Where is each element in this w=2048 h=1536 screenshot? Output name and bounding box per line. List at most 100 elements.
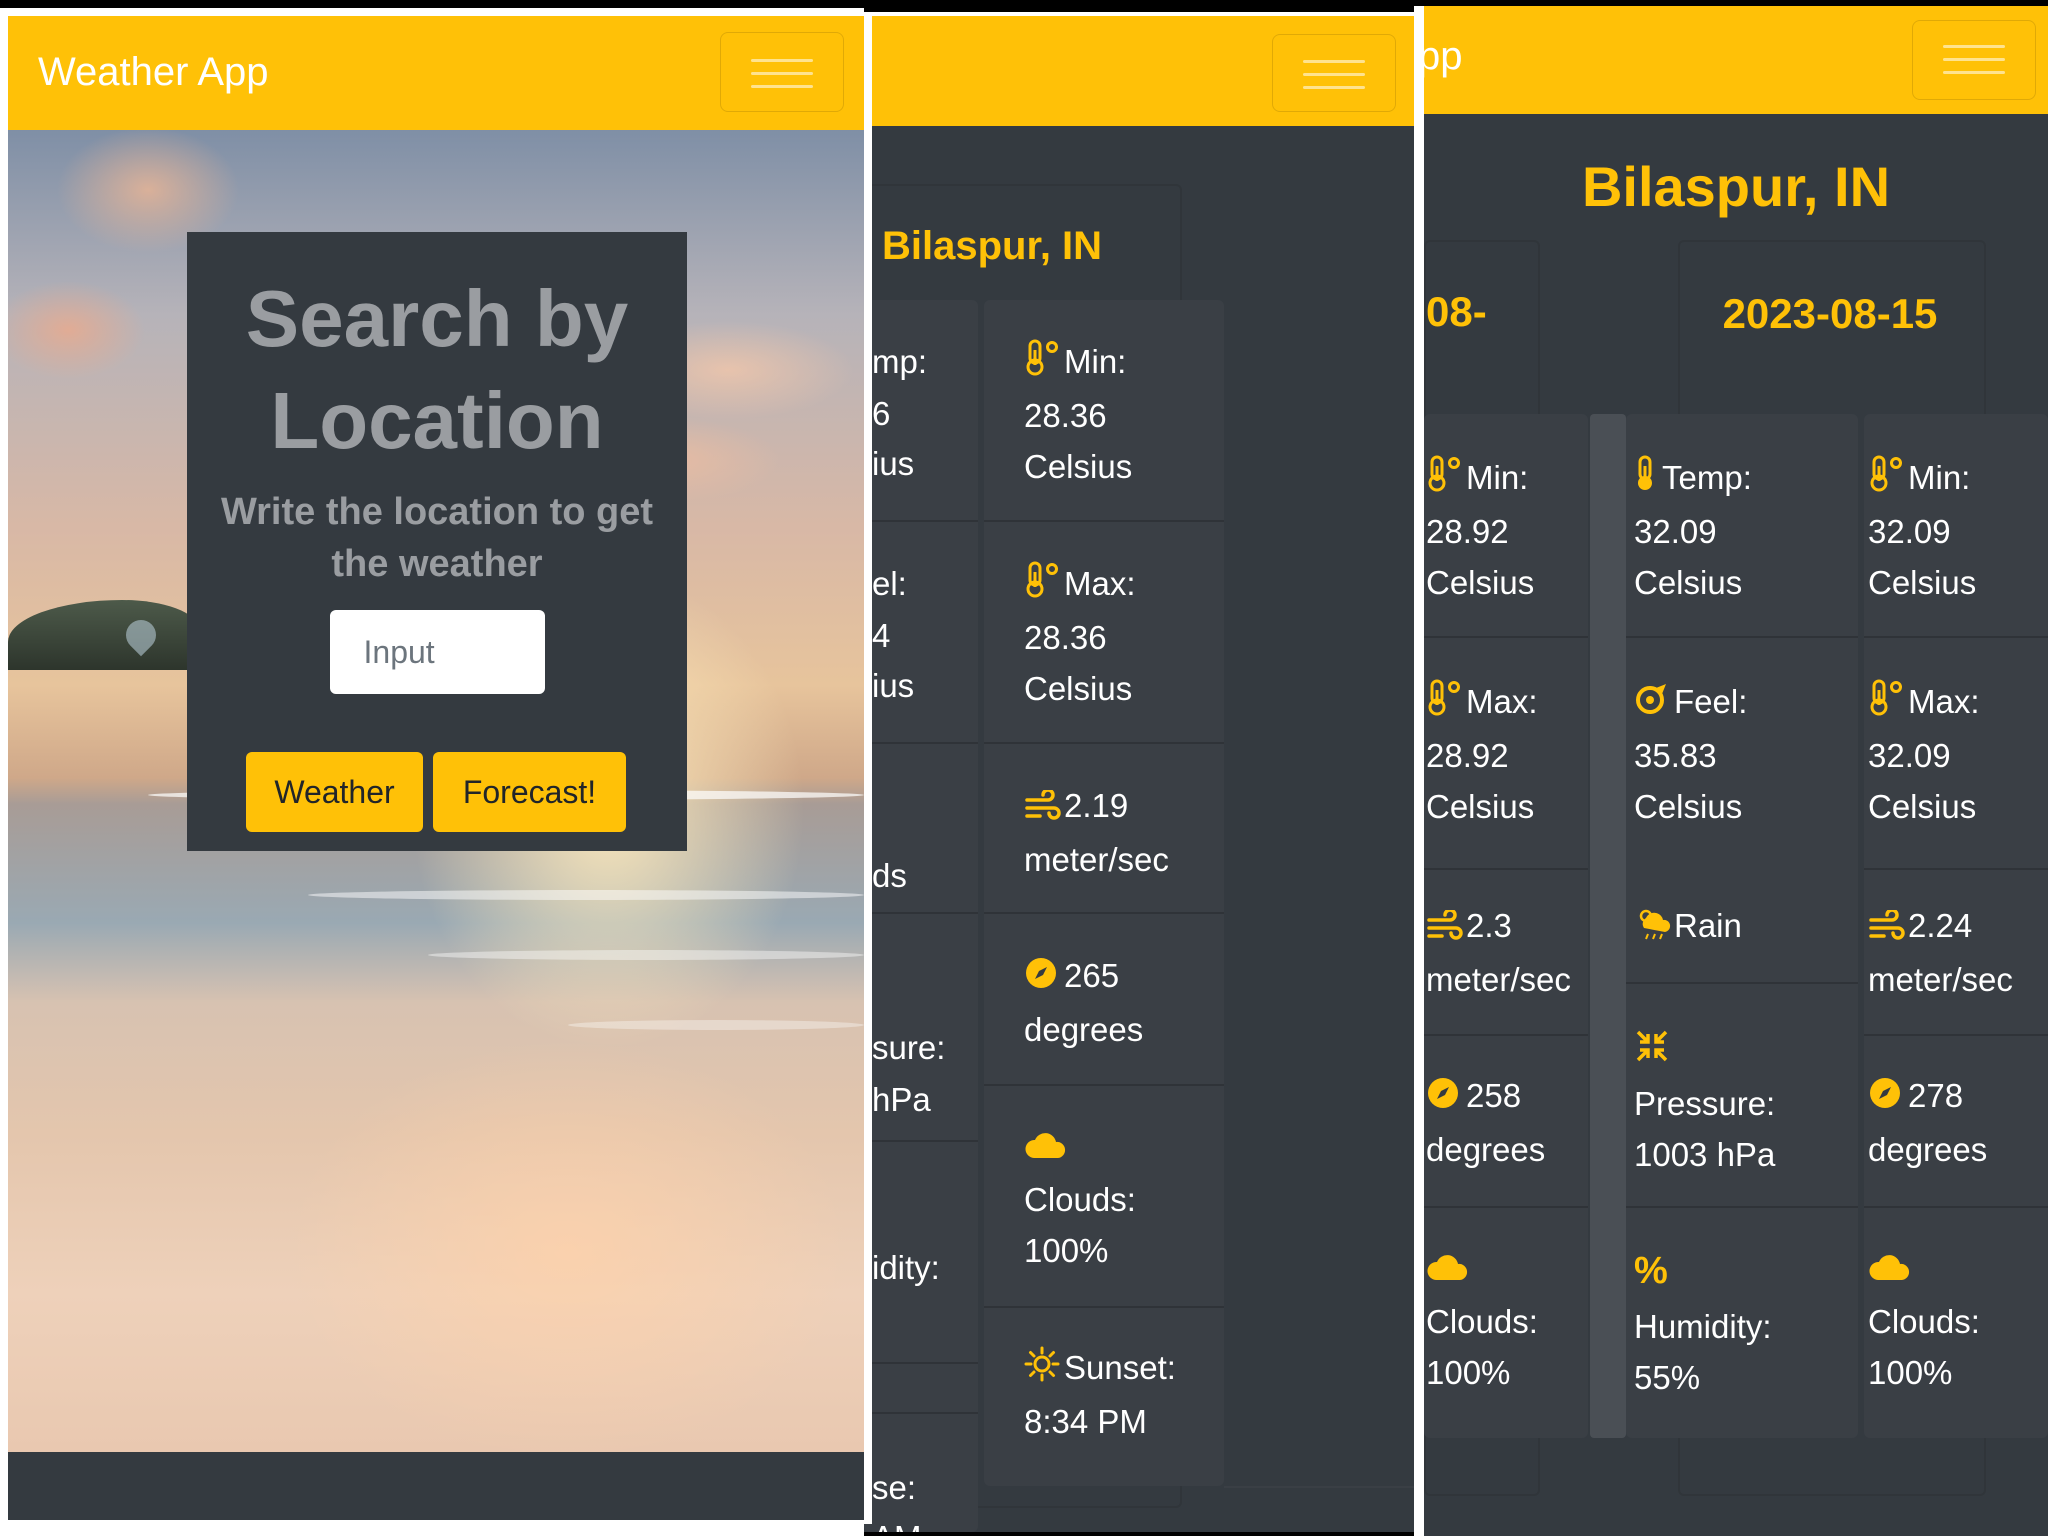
rain-cell: Rain <box>1634 900 1742 954</box>
clouds-cell: Clouds: 100% <box>1426 1242 1538 1398</box>
wind-direction-unit: degrees <box>1868 1130 1988 1168</box>
max-temp-cell: Max: 28.36 Celsius <box>1024 558 1136 715</box>
footer <box>8 1452 864 1520</box>
city-name: Bilaspur, IN <box>1581 155 1891 218</box>
city-name: Bilaspur, IN <box>882 224 1103 268</box>
search-subtitle: Write the location to get the weather <box>220 491 654 585</box>
feel-value-partial: 4 <box>872 617 891 654</box>
menu-toggle-button[interactable] <box>1272 34 1396 112</box>
temp-value: 32.09 <box>1634 513 1717 551</box>
wind-direction-cell: 265 degrees <box>1024 950 1143 1055</box>
temp-label: Temp: <box>1662 459 1752 496</box>
max-unit: Celsius <box>1024 670 1133 708</box>
compass-icon <box>1024 953 1064 1004</box>
humidity-label-partial: idity: <box>872 1249 940 1286</box>
search-screen: Weather App Search by Location Write the… <box>8 16 864 1520</box>
current-weather-screen: Bilaspur, IN mp: 6 ius el: 4 ius ds sure… <box>864 12 1420 1532</box>
min-value: 28.36 <box>1024 397 1107 435</box>
thermometer-icon <box>1868 678 1908 730</box>
max-unit: Celsius <box>1426 788 1535 826</box>
clouds-cell: Clouds: 100% <box>1024 1120 1136 1276</box>
min-temp-cell: Min: 32.09 Celsius <box>1868 452 1976 609</box>
max-label: Max: <box>1466 683 1538 720</box>
divider <box>0 8 8 1536</box>
wind-direction-value: 278 <box>1908 1077 1964 1114</box>
feel-unit: Celsius <box>1634 787 1743 825</box>
navbar: Weather App <box>8 16 864 130</box>
scrollbar[interactable] <box>1590 414 1626 1438</box>
feel-label-partial: el: <box>872 565 907 602</box>
min-unit: Celsius <box>1024 448 1133 486</box>
clouds-label: Clouds: <box>1426 1302 1538 1340</box>
wind-speed-unit: meter/sec <box>1868 960 2013 998</box>
divider <box>0 1520 864 1536</box>
wind-icon <box>1426 903 1466 954</box>
clouds-value: 100% <box>1426 1353 1511 1391</box>
wind-direction-unit: degrees <box>1024 1010 1144 1048</box>
forecast-button[interactable]: Forecast! <box>433 752 626 832</box>
wind-direction-value: 258 <box>1466 1077 1522 1114</box>
humidity-value: 55% <box>1634 1359 1701 1397</box>
temp-unit-partial: ius <box>872 445 915 482</box>
pressure-value-partial: hPa <box>872 1081 931 1118</box>
divider <box>1414 6 1424 1536</box>
brand-title[interactable]: Weather App <box>38 50 269 95</box>
temp-value-partial: 6 <box>872 395 891 432</box>
compass-icon <box>1426 1073 1466 1124</box>
thermometer-icon <box>1024 338 1064 390</box>
min-temp-cell: Min: 28.92 Celsius <box>1426 452 1534 609</box>
search-title: Search by Location <box>245 274 629 465</box>
clouds-label: Clouds: <box>1024 1180 1136 1218</box>
thermometer-icon <box>1024 560 1064 612</box>
compass-icon <box>1868 1073 1908 1124</box>
navbar: pp <box>1424 6 2048 114</box>
rain-label: Rain <box>1674 907 1742 944</box>
wind-speed-cell: 2.3 meter/sec <box>1426 900 1571 1005</box>
wind-direction-unit: degrees <box>1426 1130 1546 1168</box>
temp-cell: Temp: 32.09 Celsius <box>1634 452 1752 609</box>
navbar <box>864 16 1420 126</box>
sunrise-label-partial: se: <box>872 1469 917 1506</box>
wind-direction-cell: 258 degrees <box>1426 1070 1545 1175</box>
temp-unit: Celsius <box>1634 564 1743 602</box>
forecast-date: 2023-08-15 <box>1722 290 1938 337</box>
min-value: 28.92 <box>1426 513 1509 551</box>
sunrise-value-partial: AM <box>872 1512 922 1532</box>
thermometer-icon <box>1634 454 1662 506</box>
cloud-icon <box>1024 1123 1066 1174</box>
wind-direction-cell: 278 degrees <box>1868 1070 1987 1175</box>
clouds-value: 100% <box>1024 1231 1109 1269</box>
min-unit: Celsius <box>1426 564 1535 602</box>
sun-icon <box>1024 1345 1064 1396</box>
menu-toggle-button[interactable] <box>1912 20 2036 100</box>
brand-title-partial[interactable]: pp <box>1424 34 1463 79</box>
divider <box>0 8 864 16</box>
menu-toggle-button[interactable] <box>720 32 844 112</box>
max-value: 28.36 <box>1024 619 1107 657</box>
pressure-value: 1003 hPa <box>1634 1135 1776 1173</box>
wind-speed-value: 2.24 <box>1908 907 1973 944</box>
temp-label-partial: mp: <box>872 343 928 380</box>
thermometer-icon <box>1868 454 1908 506</box>
max-temp-cell: Max: 28.92 Celsius <box>1426 676 1538 833</box>
clouds-value: 100% <box>1868 1353 1953 1391</box>
clouds-label: Clouds: <box>1868 1302 1980 1340</box>
weather-button[interactable]: Weather <box>246 752 423 832</box>
min-label: Min: <box>1064 343 1127 380</box>
humidity-cell: % Humidity: 55% <box>1634 1242 1772 1403</box>
forecast-screen: pp Bilaspur, IN 08- Min: 28.92 Celsius M… <box>1424 6 2048 1536</box>
wind-speed-cell: 2.24 meter/sec <box>1868 900 2013 1005</box>
feel-unit-partial: ius <box>872 667 915 704</box>
forecast-date-partial: 08- <box>1426 288 1487 335</box>
wind-speed-value: 2.3 <box>1466 907 1512 944</box>
max-label: Max: <box>1908 683 1980 720</box>
feel-cell: Feel: 35.83 Celsius <box>1634 676 1747 832</box>
sunset-cell: Sunset: 8:34 PM <box>1024 1342 1176 1447</box>
location-input[interactable] <box>329 610 545 694</box>
speed-unit-partial: ds <box>872 857 907 894</box>
wind-icon <box>1024 783 1064 834</box>
cloud-icon <box>1426 1245 1468 1296</box>
sunset-value: 8:34 PM <box>1024 1402 1147 1440</box>
clouds-cell: Clouds: 100% <box>1868 1242 1980 1398</box>
min-temp-cell: Min: 28.36 Celsius <box>1024 336 1132 493</box>
